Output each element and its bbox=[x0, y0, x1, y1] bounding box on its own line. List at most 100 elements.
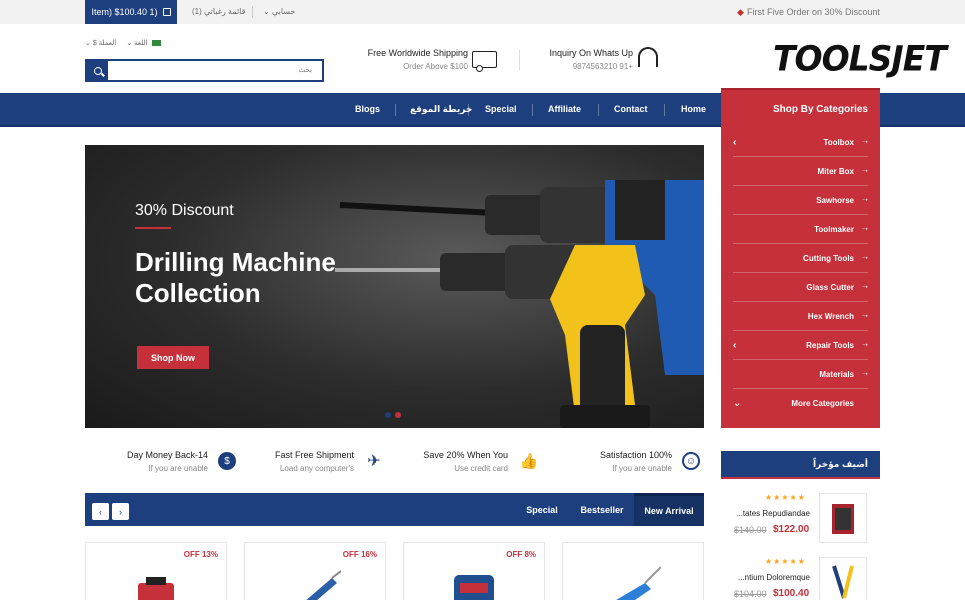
currency-dropdown[interactable]: ⌄ $ العملة bbox=[85, 39, 116, 47]
feature-satisfaction: Satisfaction 100% If you are unable bbox=[574, 448, 672, 476]
product-card[interactable]: OFF 8% bbox=[403, 542, 545, 600]
discount-badge: OFF 16% bbox=[342, 550, 377, 559]
divider bbox=[532, 104, 533, 116]
search-button[interactable] bbox=[87, 61, 108, 80]
category-item-glass-cutter[interactable]: Glass Cutter ➝ bbox=[733, 273, 868, 302]
account-dropdown[interactable]: ⌄ حسابي bbox=[263, 7, 295, 16]
prev-arrow-button[interactable]: ‹ bbox=[92, 503, 109, 520]
money-bag-icon: $ bbox=[218, 452, 236, 470]
promo-label: First Five Order on 30% Discount bbox=[746, 7, 880, 17]
shipping-info: Free Worldwide Shipping Order Above $100 bbox=[360, 47, 468, 73]
rating-stars: ★★★★★ bbox=[765, 557, 806, 566]
product-card[interactable]: OFF 13% bbox=[85, 542, 227, 600]
arrow-icon: ➝ bbox=[862, 255, 868, 262]
category-item-toolbox[interactable]: ‹ Toolbox ➝ bbox=[733, 128, 868, 157]
language-label: اللغة bbox=[134, 40, 148, 47]
arrow-icon: ➝ bbox=[862, 168, 868, 175]
hero-discount: 30% Discount bbox=[135, 202, 234, 219]
product-image bbox=[306, 570, 342, 600]
product-image bbox=[138, 577, 174, 600]
search-input[interactable] bbox=[108, 61, 322, 80]
nav-item-special[interactable]: Special bbox=[485, 104, 517, 114]
category-item-toolmaker[interactable]: Toolmaker ➝ bbox=[733, 215, 868, 244]
old-price: $104.00 bbox=[734, 589, 767, 599]
chevron-down-icon: ⌄ bbox=[733, 398, 742, 409]
category-item-sawhorse[interactable]: Sawhorse ➝ bbox=[733, 186, 868, 215]
site-logo[interactable]: TOOLSJET bbox=[773, 38, 947, 79]
category-item-materials[interactable]: Materials ➝ bbox=[733, 360, 868, 389]
inquiry-title: Inquiry On Whats Up bbox=[549, 48, 633, 58]
product-tabs: ‹ › Special Bestseller New Arrival bbox=[85, 493, 704, 526]
tab-bestseller[interactable]: Bestseller bbox=[572, 493, 632, 526]
cart-button[interactable]: Item) $100.40 1) bbox=[85, 0, 177, 24]
feature-subtitle: If you are unable bbox=[148, 464, 208, 473]
nav-item-affiliate[interactable]: Affiliate bbox=[548, 104, 581, 114]
category-label: Toolbox bbox=[823, 137, 854, 147]
product-card[interactable]: OFF 16% bbox=[244, 542, 386, 600]
recent-product[interactable]: ★★★★★ ...tates Repudiandae $140.00 $122.… bbox=[721, 493, 880, 553]
inquiry-phone: 9874563210 91+ bbox=[572, 62, 633, 71]
feature-subtitle: Load any computer's bbox=[279, 464, 354, 473]
slider-dot-active[interactable] bbox=[395, 412, 401, 418]
currency-label: $ العملة bbox=[92, 40, 117, 47]
page: Item) $100.40 1) قائمة رغباتي (1) ⌄ حساب… bbox=[0, 0, 965, 600]
category-label: Sawhorse bbox=[816, 195, 854, 205]
category-item-miter-box[interactable]: Miter Box ➝ bbox=[733, 157, 868, 186]
category-item-more[interactable]: ⌄ More Categories bbox=[733, 389, 868, 418]
promo-text: ◆ First Five Order on 30% Discount bbox=[737, 7, 880, 18]
category-label: Miter Box bbox=[817, 166, 854, 176]
nav-item-sitemap[interactable]: خريطة الموقع bbox=[410, 104, 472, 115]
rating-stars: ★★★★★ bbox=[765, 493, 806, 502]
category-label: Materials bbox=[819, 369, 854, 379]
feature-shipment: Fast Free Shipment Load any computer's bbox=[256, 448, 354, 476]
category-label: Toolmaker bbox=[814, 224, 854, 234]
old-price: $140.00 bbox=[734, 525, 767, 535]
airplane-icon: ✈ bbox=[367, 453, 381, 470]
tab-special[interactable]: Special bbox=[515, 493, 569, 526]
slider-dot[interactable] bbox=[385, 412, 391, 418]
product-name[interactable]: ...ntium Doloremque bbox=[738, 573, 810, 582]
nav-item-blogs[interactable]: Blogs bbox=[355, 104, 380, 114]
category-item-cutting-tools[interactable]: Cutting Tools ➝ bbox=[733, 244, 868, 273]
discount-badge: OFF 8% bbox=[506, 550, 536, 559]
tab-new-arrival[interactable]: New Arrival bbox=[634, 493, 704, 526]
divider bbox=[252, 6, 253, 18]
nav-item-home[interactable]: Home bbox=[681, 104, 706, 114]
new-price: $122.00 bbox=[773, 524, 810, 535]
headset-icon bbox=[638, 47, 658, 67]
shop-now-button[interactable]: Shop Now bbox=[137, 346, 209, 369]
feature-title: Fast Free Shipment bbox=[274, 450, 354, 460]
feature-title: Day Money Back-14 bbox=[126, 450, 208, 460]
product-name[interactable]: ...tates Repudiandae bbox=[736, 509, 810, 518]
tag-icon: ◆ bbox=[737, 7, 744, 17]
new-price: $100.40 bbox=[773, 588, 810, 599]
category-item-repair-tools[interactable]: ‹ Repair Tools ➝ bbox=[733, 331, 868, 360]
arrow-icon: ➝ bbox=[862, 342, 868, 349]
arrow-icon: ➝ bbox=[862, 371, 868, 378]
divider bbox=[395, 104, 396, 116]
next-arrow-button[interactable]: › bbox=[112, 503, 129, 520]
product-thumbnail bbox=[819, 557, 867, 600]
wishlist-link[interactable]: قائمة رغباتي (1) bbox=[192, 7, 245, 16]
product-thumbnail bbox=[819, 493, 867, 543]
search-bar bbox=[85, 59, 324, 82]
account-label: حسابي bbox=[271, 7, 296, 16]
product-image bbox=[454, 575, 494, 600]
arrow-icon: ➝ bbox=[862, 313, 868, 320]
feature-title: Satisfaction 100% bbox=[599, 450, 672, 460]
category-menu: Shop By Categories ‹ Toolbox ➝ Miter Box ➝ … bbox=[721, 88, 880, 428]
feature-money-back: Day Money Back-14 If you are unable bbox=[110, 448, 208, 476]
discount-badge: OFF 13% bbox=[183, 550, 218, 559]
feature-save: Save 20% When You Use credit card bbox=[410, 448, 508, 476]
recent-product[interactable]: ★★★★★ ...ntium Doloremque $104.00 $100.4… bbox=[721, 557, 880, 600]
chevron-left-icon: ‹ bbox=[733, 339, 737, 351]
product-image bbox=[616, 566, 661, 600]
top-bar: Item) $100.40 1) قائمة رغباتي (1) ⌄ حساب… bbox=[0, 0, 965, 24]
category-item-hex-wrench[interactable]: Hex Wrench ➝ bbox=[733, 302, 868, 331]
product-card[interactable] bbox=[562, 542, 704, 600]
locale-switcher: ⌄ $ العملة ⌄ اللغة bbox=[85, 39, 161, 47]
category-label: Repair Tools bbox=[806, 340, 854, 350]
nav-item-contact[interactable]: Contact bbox=[614, 104, 648, 114]
divider bbox=[664, 104, 665, 116]
language-dropdown[interactable]: ⌄ اللغة bbox=[126, 39, 161, 47]
